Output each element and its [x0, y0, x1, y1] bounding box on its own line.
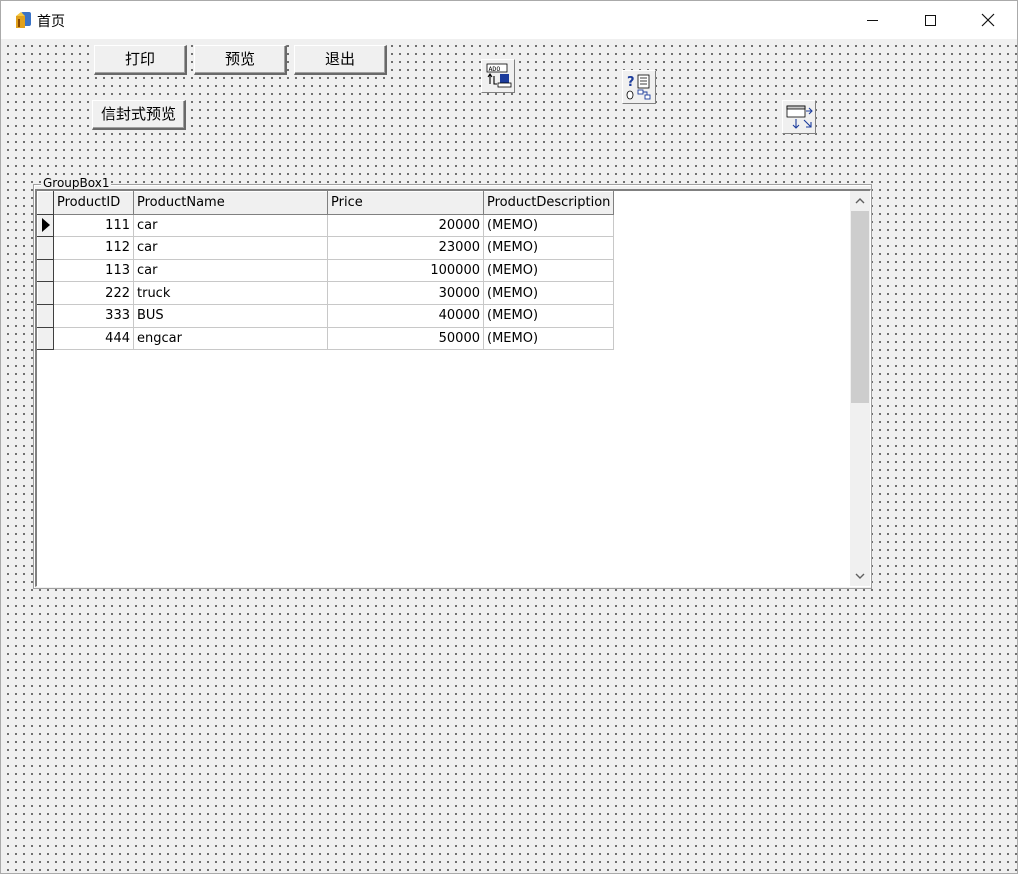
- window-title: 首页: [37, 14, 65, 30]
- delphi-app-icon: [13, 11, 33, 29]
- print-button[interactable]: 打印: [94, 45, 187, 75]
- row-indicator[interactable]: [37, 258, 54, 283]
- form-design-surface: 打印 预览 退出 信封式预览 ADO ? GroupBox1 ProductID…: [1, 39, 1017, 873]
- cell-productid[interactable]: 444: [53, 327, 134, 351]
- cell-productid[interactable]: 111: [53, 214, 134, 238]
- cell-productdescription[interactable]: (MEMO): [483, 236, 615, 260]
- cell-price[interactable]: 30000: [327, 281, 484, 305]
- table-row[interactable]: 444 engcar 50000 (MEMO): [37, 326, 615, 351]
- app-window: 首页 打印 预览 退出 信封式预览 ADO ? GroupBox1 Produc…: [0, 0, 1018, 874]
- titlebar[interactable]: 首页: [1, 1, 1017, 39]
- cell-productid[interactable]: 333: [53, 304, 134, 328]
- cell-productname[interactable]: car: [133, 214, 328, 238]
- vertical-scrollbar[interactable]: [850, 191, 870, 586]
- grid-table: ProductID ProductName Price ProductDescr…: [37, 191, 615, 351]
- table-row[interactable]: 111 car 20000 (MEMO): [37, 213, 615, 238]
- row-indicator[interactable]: [37, 236, 54, 260]
- ado-query-icon[interactable]: ?: [622, 70, 656, 104]
- scroll-up-icon[interactable]: [850, 191, 870, 211]
- cell-productdescription[interactable]: (MEMO): [483, 281, 615, 305]
- minimize-icon[interactable]: [843, 1, 901, 39]
- cell-productname[interactable]: truck: [133, 281, 328, 305]
- column-header-productdescription[interactable]: ProductDescription: [482, 191, 615, 215]
- indicator-header: [37, 191, 54, 215]
- cell-productdescription[interactable]: (MEMO): [483, 259, 615, 283]
- cell-price[interactable]: 50000: [327, 327, 484, 351]
- table-row[interactable]: 222 truck 30000 (MEMO): [37, 281, 615, 305]
- ado-connection-icon[interactable]: ADO: [481, 59, 515, 93]
- groupbox-caption: GroupBox1: [41, 176, 112, 190]
- maximize-icon[interactable]: [901, 1, 959, 39]
- cell-productname[interactable]: car: [133, 259, 328, 283]
- close-icon[interactable]: [959, 1, 1017, 39]
- cell-price[interactable]: 100000: [327, 259, 484, 283]
- cell-price[interactable]: 40000: [327, 304, 484, 328]
- scroll-down-icon[interactable]: [850, 566, 870, 586]
- grid-header-row: ProductID ProductName Price ProductDescr…: [37, 191, 615, 215]
- current-row-pointer-icon: [42, 218, 50, 233]
- cell-productdescription[interactable]: (MEMO): [483, 304, 615, 328]
- datasource-icon[interactable]: [782, 100, 816, 134]
- row-indicator[interactable]: [37, 213, 54, 238]
- row-indicator[interactable]: [37, 281, 54, 305]
- cell-price[interactable]: 20000: [327, 214, 484, 238]
- exit-button[interactable]: 退出: [294, 45, 387, 75]
- column-header-productname[interactable]: ProductName: [133, 191, 328, 215]
- cell-productid[interactable]: 222: [53, 281, 134, 305]
- cell-productname[interactable]: engcar: [133, 327, 328, 351]
- row-indicator[interactable]: [37, 303, 54, 328]
- svg-text:?: ?: [627, 75, 635, 90]
- scroll-thumb[interactable]: [851, 211, 869, 403]
- column-header-price[interactable]: Price: [327, 191, 484, 215]
- cell-productdescription[interactable]: (MEMO): [483, 214, 615, 238]
- cell-price[interactable]: 23000: [327, 236, 484, 260]
- cell-productname[interactable]: BUS: [133, 304, 328, 328]
- envelope-preview-button[interactable]: 信封式预览: [92, 100, 186, 130]
- preview-button[interactable]: 预览: [194, 45, 287, 75]
- row-indicator[interactable]: [37, 326, 54, 351]
- svg-text:ADO: ADO: [489, 65, 501, 73]
- cell-productid[interactable]: 113: [53, 259, 134, 283]
- cell-productid[interactable]: 112: [53, 236, 134, 260]
- table-row[interactable]: 113 car 100000 (MEMO): [37, 258, 615, 283]
- table-row[interactable]: 112 car 23000 (MEMO): [37, 236, 615, 260]
- cell-productdescription[interactable]: (MEMO): [483, 327, 615, 351]
- db-grid[interactable]: ProductID ProductName Price ProductDescr…: [35, 189, 871, 587]
- table-row[interactable]: 333 BUS 40000 (MEMO): [37, 303, 615, 328]
- cell-productname[interactable]: car: [133, 236, 328, 260]
- column-header-productid[interactable]: ProductID: [53, 191, 134, 215]
